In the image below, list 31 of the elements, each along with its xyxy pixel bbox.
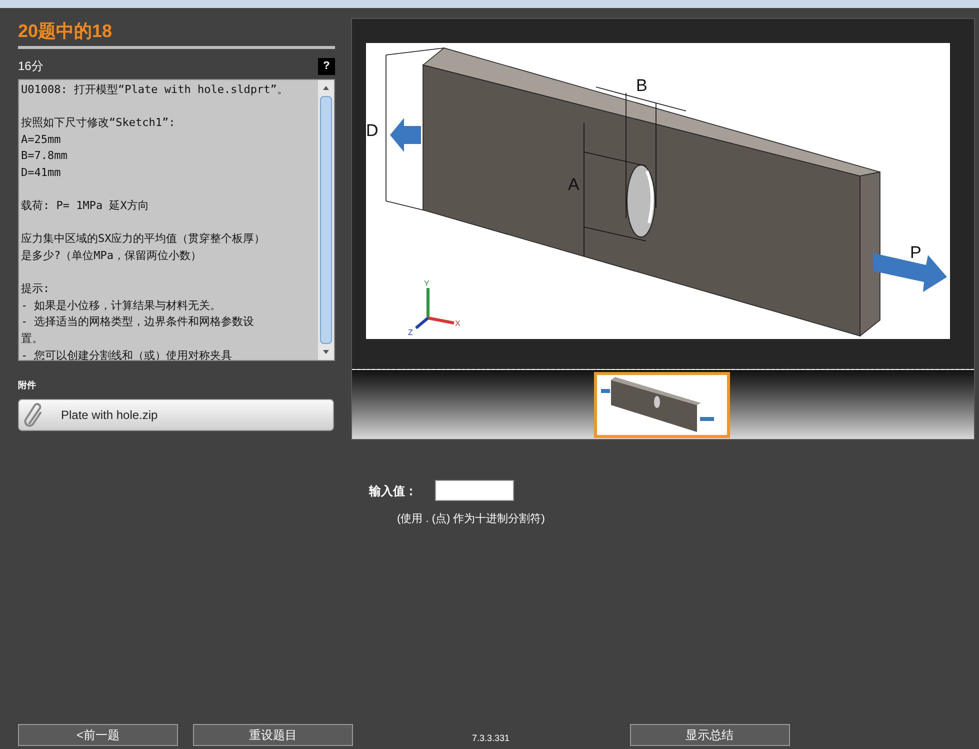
question-text-line: B=7.8mm — [21, 148, 68, 164]
dimension-label: B — [636, 76, 648, 95]
question-text-line: - 如果是小位移，计算结果与材料无关。 — [21, 298, 222, 314]
attachments-label: 附件 — [18, 379, 36, 392]
attachment-button[interactable]: Plate with hole.zip — [18, 398, 334, 430]
show-summary-button[interactable]: 显示总结 — [630, 724, 790, 746]
left-arrow-icon — [390, 118, 421, 152]
question-text-line: 按照如下尺寸修改“Sketch1”: — [21, 115, 176, 132]
scrollbar[interactable] — [318, 80, 334, 360]
question-title: 20题中的18 — [18, 18, 335, 49]
dimension-label: D — [366, 121, 378, 140]
question-text-line: 载荷: P= 1MPa 延X方向 — [21, 198, 149, 214]
load-label: P — [910, 243, 922, 262]
previous-button[interactable]: <前一题 — [18, 724, 178, 746]
question-text-line: D=41mm — [21, 164, 61, 181]
score-label: 16分 — [18, 58, 44, 75]
question-text-line: U01008: 打开模型“Plate with hole.sldprt”。 — [21, 82, 288, 98]
version-label: 7.3.3.331 — [472, 732, 510, 746]
question-text-line: 应力集中区域的SX应力的平均值（贯穿整个板厚） — [21, 231, 266, 248]
scroll-thumb[interactable] — [320, 96, 332, 344]
answer-input[interactable] — [435, 480, 514, 501]
question-text-line: 提示: — [21, 281, 50, 298]
answer-hint: (使用 . (点) 作为十进制分割符) — [397, 512, 546, 527]
question-text-line: 置。 — [21, 330, 43, 347]
reset-button[interactable]: 重设题目 — [193, 724, 353, 746]
question-text-line: - 选择适当的网格类型，边界条件和网格参数设 — [21, 314, 254, 330]
help-button[interactable]: ? — [318, 58, 335, 74]
dimension-label: A — [568, 175, 580, 194]
question-text-line: A=25mm — [21, 132, 61, 148]
question-text-line: 是多少?（单位MPa，保留两位小数） — [21, 248, 202, 264]
answer-label: 输入值： — [369, 482, 417, 500]
